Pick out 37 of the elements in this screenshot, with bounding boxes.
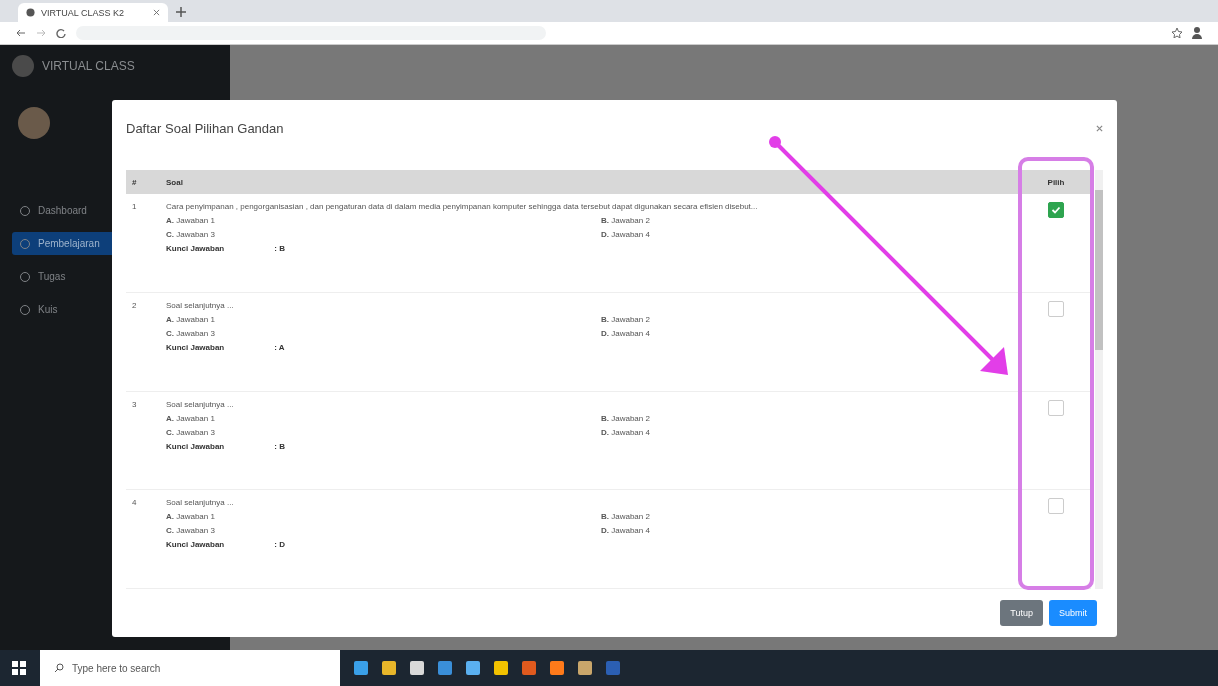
question-text: Soal selanjutnya ... — [166, 300, 235, 310]
answer-key-value: : A — [274, 342, 285, 352]
column-header: # — [131, 177, 138, 187]
question-text: Soal selanjutnya ... — [166, 399, 235, 409]
answer-option: A. Jawaban 1 — [166, 512, 601, 522]
answer-option: C. Jawaban 3 — [166, 526, 601, 536]
answer-key-value: : D — [274, 540, 285, 550]
answer-option: C. Jawaban 3 — [166, 427, 601, 437]
brand-name: VIRTUAL CLASS — [42, 59, 135, 73]
answer-key-label: Kunci Jawaban — [166, 441, 225, 451]
question-text: Cara penyimpanan , pengorganisasian , dan pengaturan data di dalam media penyimpanan komputer sehingga data tersebut dapat digunakan secara efisien disebut... — [166, 202, 759, 212]
row-number: 3 — [131, 399, 138, 411]
answer-key-label: Kunci Jawaban — [166, 342, 225, 352]
column-header: Soal — [166, 177, 184, 187]
answer-option: D. Jawaban 4 — [601, 328, 1021, 338]
question-text: Soal selanjutnya ... — [166, 498, 235, 508]
answer-key-label: Kunci Jawaban — [166, 540, 225, 550]
answer-option: D. Jawaban 4 — [601, 526, 1021, 536]
answer-option: C. Jawaban 3 — [166, 328, 601, 338]
column-header: Pilih — [1046, 177, 1066, 187]
answer-option: B. Jawaban 2 — [601, 216, 1021, 226]
answer-option: D. Jawaban 4 — [601, 230, 1021, 240]
answer-option: B. Jawaban 2 — [601, 512, 1021, 522]
answer-key-value: : B — [274, 441, 285, 451]
answer-option: A. Jawaban 1 — [166, 413, 601, 423]
answer-option: A. Jawaban 1 — [166, 216, 601, 226]
row-number: 2 — [131, 300, 138, 312]
answer-option: B. Jawaban 2 — [601, 413, 1021, 423]
answer-key-label: Kunci Jawaban — [166, 244, 225, 254]
modal-title: Daftar Soal Pilihan Gandan — [126, 120, 285, 136]
answer-option: D. Jawaban 4 — [601, 427, 1021, 437]
answer-key-value: : B — [274, 244, 285, 254]
answer-option: B. Jawaban 2 — [601, 314, 1021, 324]
row-number: 1 — [131, 202, 138, 214]
answer-option: A. Jawaban 1 — [166, 314, 601, 324]
answer-option: C. Jawaban 3 — [166, 230, 601, 240]
row-number: 4 — [131, 498, 138, 510]
